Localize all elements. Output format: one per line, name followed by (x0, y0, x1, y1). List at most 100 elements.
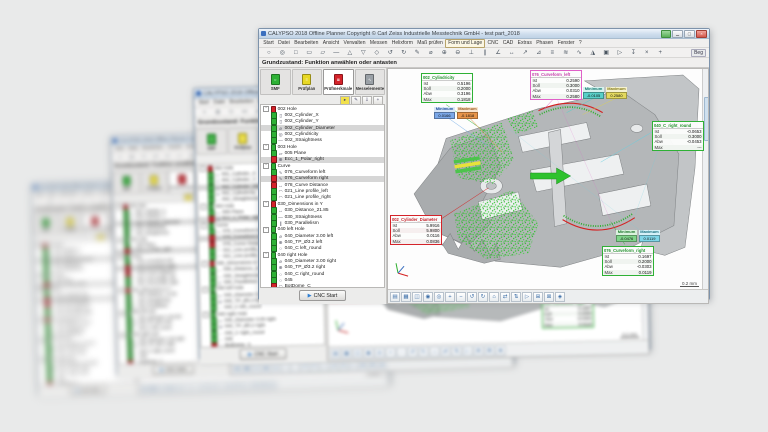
toolbar-icon-11[interactable]: ✎ (411, 49, 425, 57)
expander-icon[interactable]: − (263, 163, 269, 169)
menu-item-extras[interactable]: Extras (515, 40, 534, 47)
status-led-green (208, 191, 214, 198)
feature-tree[interactable]: −002 Hole▯002_Cylinder_X▯002_Cylinder_Y⌀… (260, 104, 385, 288)
cad-viewport[interactable]: 002_CylindricityIst0.5196Soll0.2000Abw0.… (387, 68, 709, 304)
expander-icon[interactable]: − (263, 106, 269, 112)
menu-item-datei[interactable]: Datei (276, 40, 292, 47)
menu-item-ma-pr-fen[interactable]: Maß prüfen (415, 40, 445, 47)
toolbar-icon-5[interactable]: — (330, 49, 344, 57)
toolbar-icon-22[interactable]: ≋ (559, 49, 573, 57)
toolbar-icon-17[interactable]: ∠ (492, 49, 506, 57)
profile-icon: ◠ (132, 277, 137, 282)
tab-messelemente[interactable]: ∿Messelemente (355, 69, 386, 95)
toolbar-icon-7[interactable]: ▽ (357, 49, 371, 57)
toolbar-icon-10[interactable]: ↻ (397, 49, 411, 57)
toolbar-icon-14[interactable]: ⊖ (451, 49, 465, 57)
view-tool-icon-14[interactable]: ⊠ (544, 292, 554, 302)
expander-icon[interactable]: − (263, 144, 269, 150)
distance-icon: ↔ (278, 208, 283, 213)
toolbar-icon-6[interactable]: △ (343, 49, 357, 57)
toolbar-icon-3[interactable]: ▭ (303, 49, 317, 57)
menu-item-cnc[interactable]: CNC (485, 40, 500, 47)
view-tool-icon-9[interactable]: ⌂ (489, 292, 499, 302)
menu-item-phasen[interactable]: Phasen (534, 40, 555, 47)
toolbar-icon-16[interactable]: ∥ (478, 49, 492, 57)
expander-icon[interactable]: − (263, 201, 269, 207)
menu-item-ansicht[interactable]: Ansicht (321, 40, 342, 47)
annotation-title: 002_Cylinder_Diameter (391, 216, 441, 223)
status-led-green (46, 322, 51, 328)
view-tool-icon-2[interactable]: ◫ (412, 292, 422, 302)
toolbar-icon-4[interactable]: ▱ (316, 49, 330, 57)
tree-item-021-line-profile-right: ◠021_Line profile_right (117, 280, 225, 289)
expander-icon[interactable]: − (263, 252, 269, 258)
view-tool-icon-13[interactable]: ⊞ (533, 292, 543, 302)
view-tool-icon-5: + (385, 347, 395, 357)
tab-pr-fmerkmale: ≣Prüfmerkmale (168, 170, 195, 194)
tree-item-076-curveform-left: ∿076_Curveform left (116, 257, 224, 266)
tab-pr-fplan[interactable]: ≡Prüfplan (292, 69, 323, 95)
toolbar-icon-27[interactable]: ↧ (627, 49, 641, 57)
view-tool-icon-6[interactable]: − (456, 292, 466, 302)
curve-icon: ∿ (131, 266, 136, 271)
straightness-icon: — (130, 232, 135, 237)
menu-item-cad[interactable]: CAD (501, 40, 516, 47)
toolbar-icon-15[interactable]: ⊥ (465, 49, 479, 57)
view-tool-icon-9: ⌂ (320, 362, 329, 371)
toolbar-icon-8[interactable]: ◇ (370, 49, 384, 57)
toolbar-icon-23[interactable]: ∿ (573, 49, 587, 57)
status-led-green (46, 357, 51, 363)
menu-item-start[interactable]: Start (261, 40, 276, 47)
view-tool-icon-0[interactable]: ▤ (390, 292, 400, 302)
toolbar-icon-13[interactable]: ⊕ (438, 49, 452, 57)
maximize-button[interactable]: ▢ (684, 30, 695, 38)
menu-item-fenster[interactable]: Fenster (555, 40, 576, 47)
toolbar-icon-12[interactable]: ⌀ (424, 49, 438, 57)
menu-item-verwalten[interactable]: Verwalten (341, 40, 367, 47)
view-tool-icon-7[interactable]: ↺ (467, 292, 477, 302)
beg-dropdown[interactable]: Beg (691, 49, 706, 57)
view-tool-icon-10[interactable]: ⇄ (500, 292, 510, 302)
title-bar[interactable]: CALYPSO 2018 Offline Planner Copyright ©… (259, 29, 709, 39)
view-tool-icon-12[interactable]: ▷ (522, 292, 532, 302)
expander-icon[interactable]: − (263, 227, 269, 233)
toolbar-icon-2[interactable]: □ (289, 49, 303, 57)
toolbar-icon-1[interactable]: ◎ (276, 49, 290, 57)
status-led-green (44, 268, 49, 274)
toolbar-icon-20[interactable]: ⊿ (532, 49, 546, 57)
toolbar-icon-29[interactable]: + (654, 49, 668, 57)
toolbar-icon-25[interactable]: ▣ (600, 49, 614, 57)
tab-pr-fplan-icon: ≡ (238, 132, 247, 143)
view-tool-icon-3[interactable]: ◉ (423, 292, 433, 302)
tab-pr-fmerkmale[interactable]: ≣Prüfmerkmale (323, 69, 354, 95)
close-button[interactable]: × (696, 30, 707, 38)
toolbar-icon-26[interactable]: ▷ (613, 49, 627, 57)
view-tool-icon-15[interactable]: ◈ (555, 292, 565, 302)
menu-item-form-und-lage[interactable]: Form und Lage (445, 39, 485, 48)
language-button[interactable] (661, 30, 671, 38)
toolbar-icon-28[interactable]: × (640, 49, 654, 57)
view-tool-icon-1[interactable]: ▦ (401, 292, 411, 302)
view-tool-icon-11[interactable]: ⇅ (511, 292, 521, 302)
menu-item-helixform[interactable]: Helixform (390, 40, 416, 47)
minimize-button[interactable]: ▁ (672, 30, 683, 38)
status-led-green (46, 352, 51, 358)
viewport-scrollbar[interactable] (702, 69, 708, 290)
view-tool-icon-5[interactable]: + (445, 292, 455, 302)
toolbar-icon-21[interactable]: ≡ (546, 49, 560, 57)
cnc-start-button[interactable]: ▶CNC Start (299, 290, 347, 301)
toolbar-icon-9[interactable]: ↺ (384, 49, 398, 57)
toolbar-icon-18[interactable]: ↔ (505, 49, 519, 57)
toolbar-icon-24[interactable]: ◮ (586, 49, 600, 57)
tab-smf[interactable]: ○SMF (260, 69, 291, 95)
toolbar-icon-19[interactable]: ↗ (519, 49, 533, 57)
scrollbar-thumb[interactable] (704, 97, 710, 141)
toolbar-icon-0[interactable]: ○ (262, 49, 276, 57)
menu-item-[interactable]: ? (577, 40, 584, 47)
view-tool-icon-4[interactable]: ◎ (434, 292, 444, 302)
tree-group-002-hole: −002 Hole (35, 241, 131, 249)
menu-item-bearbeiten[interactable]: Bearbeiten (292, 40, 321, 47)
menu-item-messen[interactable]: Messen (368, 40, 390, 47)
view-tool-icon-10: ⇄ (440, 346, 450, 356)
view-tool-icon-8[interactable]: ↻ (478, 292, 488, 302)
